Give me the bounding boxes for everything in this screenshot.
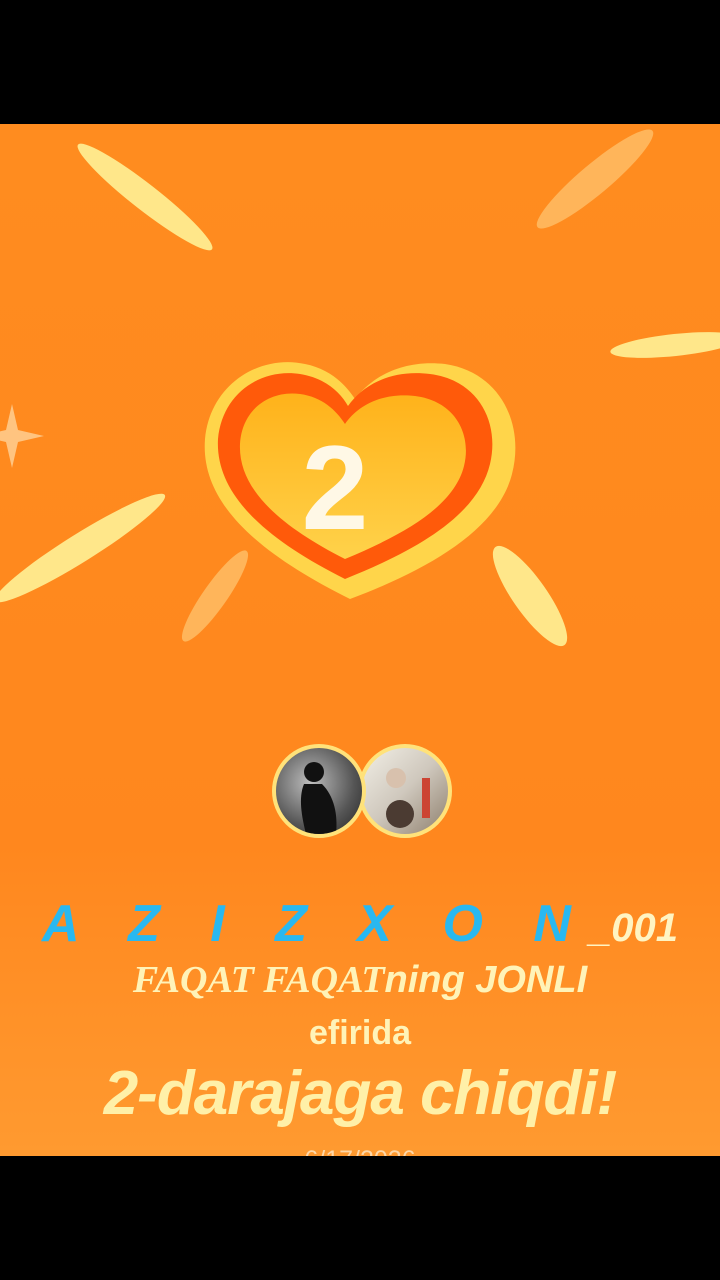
host-suffix: ning JONLI — [384, 959, 588, 1001]
username: A Z I Z X O N_001 — [0, 894, 720, 954]
sparkle-icon — [0, 404, 44, 468]
viewer-avatar — [272, 744, 366, 838]
user-avatars — [272, 744, 452, 844]
username-main: A Z I Z X O N — [42, 895, 589, 953]
level-number: 2 — [302, 421, 369, 555]
heart-icon: 2 — [204, 362, 516, 599]
ray-decoration — [0, 483, 173, 613]
date-text: 6/17/2026 — [304, 1146, 415, 1156]
level-heart-badge: 2 — [200, 354, 530, 614]
person-icon — [300, 762, 337, 834]
host-line: FAQAT FAQATning JONLI — [0, 958, 720, 1002]
level-up-card: 2 A Z I Z X O N_001 FAQAT FAQATning JONL… — [0, 124, 720, 1156]
ray-decoration — [70, 134, 220, 260]
host-name: FAQAT FAQAT — [132, 959, 385, 1001]
host-avatar — [358, 744, 452, 838]
host-line-2: efirida — [308, 1014, 412, 1052]
achievement-text: 2-darajaga chiqdi! — [103, 1059, 618, 1128]
username-suffix: _001 — [588, 906, 678, 950]
date-row: 6/17/2026 — [0, 1146, 720, 1156]
ray-decoration — [527, 124, 663, 239]
ray-decoration — [609, 327, 720, 363]
person-icon — [386, 768, 430, 828]
